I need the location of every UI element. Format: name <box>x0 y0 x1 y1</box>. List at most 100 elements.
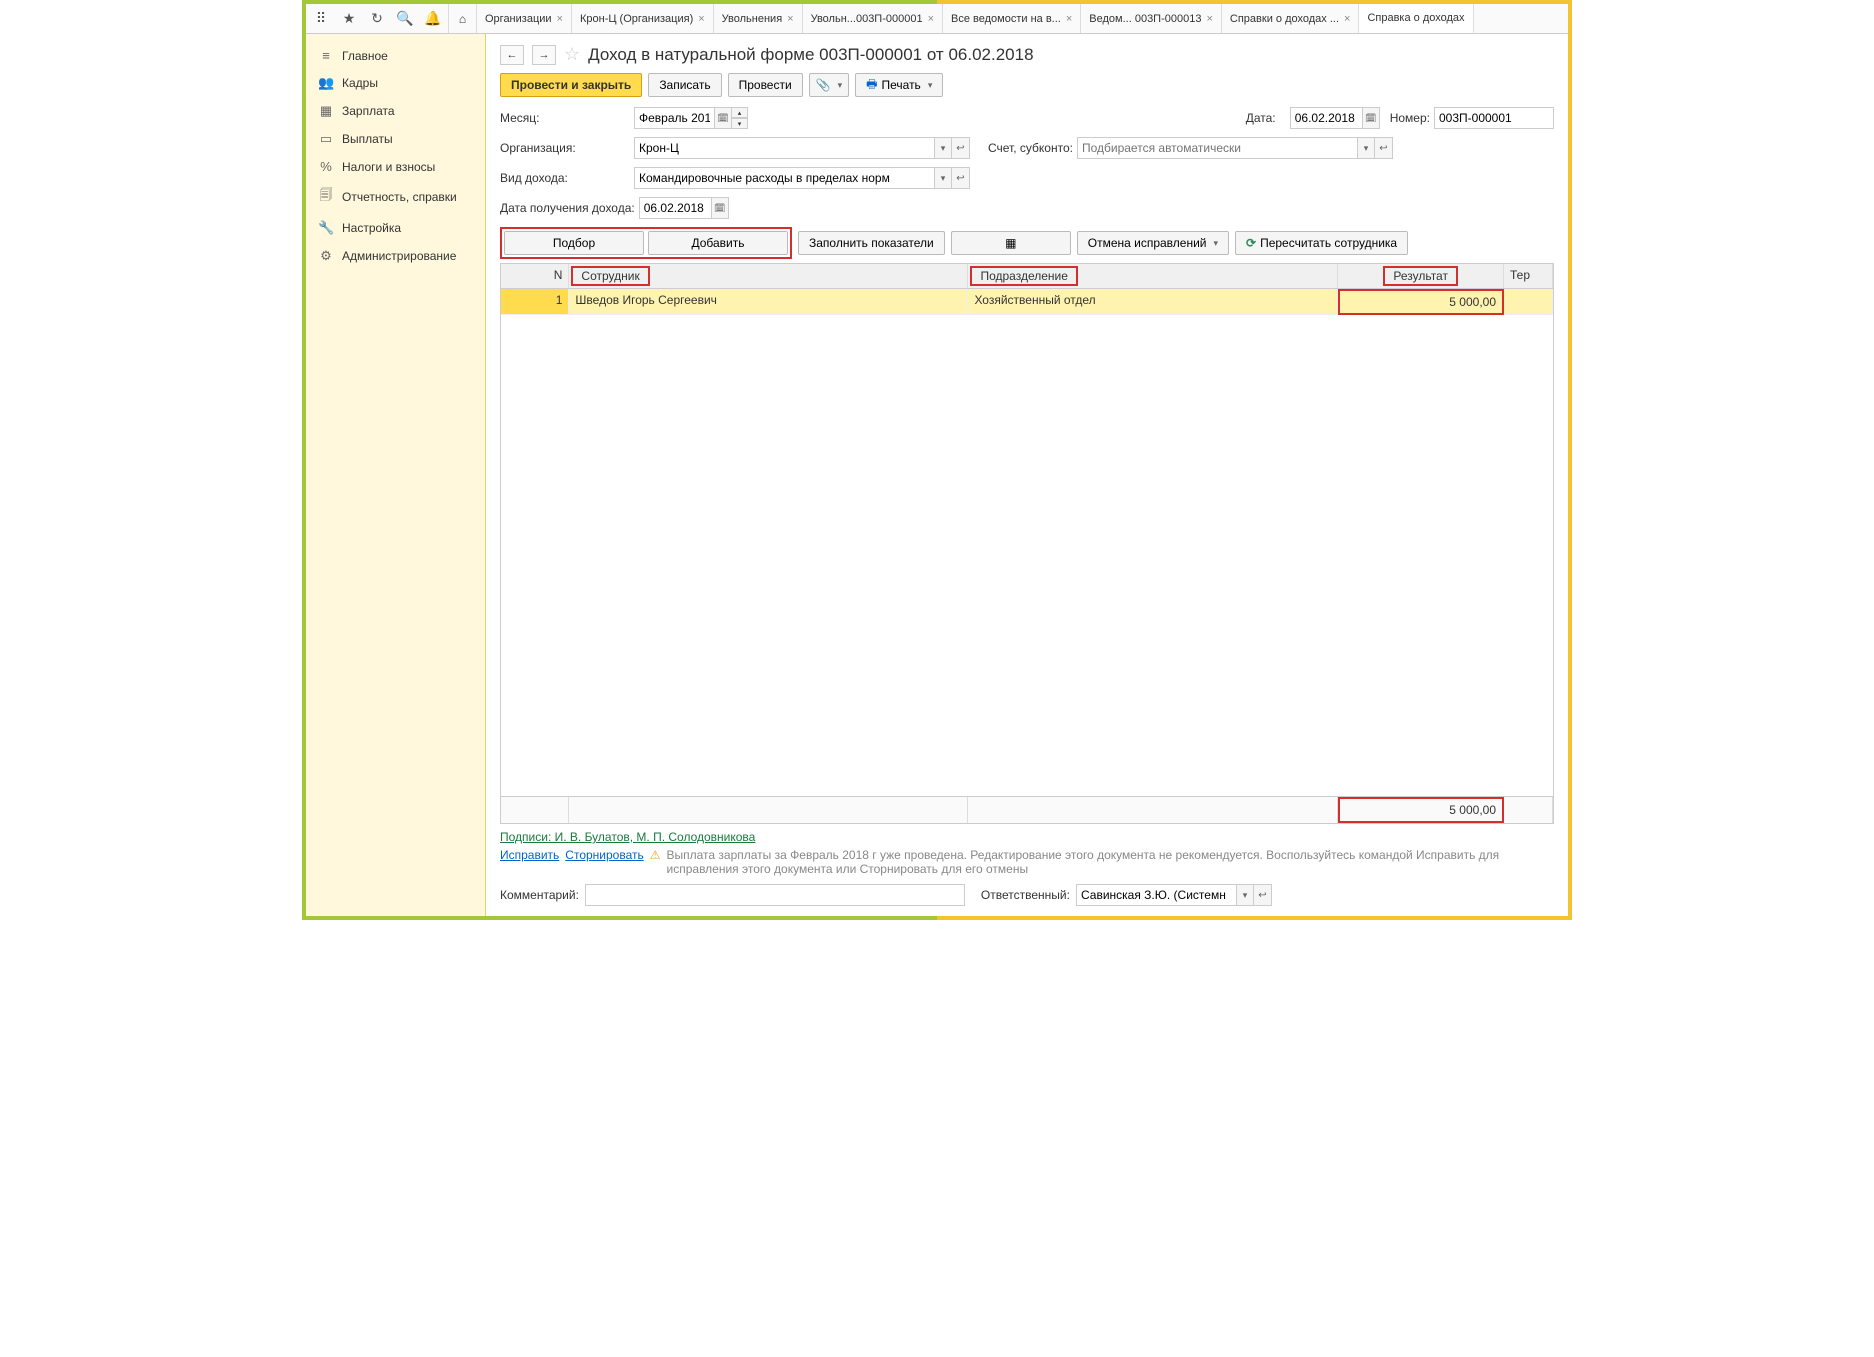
signatures-link[interactable]: Подписи: И. В. Булатов, М. П. Солодовник… <box>500 830 755 844</box>
income-type-label: Вид дохода: <box>500 171 630 185</box>
sidebar-icon: % <box>318 159 334 174</box>
tab[interactable]: Справка о доходах <box>1359 4 1473 33</box>
cell: 5 000,00 <box>1338 289 1504 315</box>
submit-close-button[interactable]: Провести и закрыть <box>500 73 642 97</box>
save-button[interactable]: Записать <box>648 73 721 97</box>
income-type-dropdown-button[interactable] <box>934 167 952 189</box>
close-icon[interactable]: × <box>1206 13 1212 25</box>
columns-icon: ▦ <box>1005 236 1016 250</box>
favorite-star-icon[interactable]: ☆ <box>564 44 580 65</box>
star-icon[interactable]: ★ <box>340 10 358 28</box>
refresh-icon: ⟳ <box>1246 236 1256 250</box>
month-up-button[interactable]: ▴ <box>732 107 748 118</box>
close-icon[interactable]: × <box>787 13 793 25</box>
recalc-employee-button[interactable]: ⟳ Пересчитать сотрудника <box>1235 231 1408 255</box>
apps-icon[interactable]: ⠿ <box>312 10 330 28</box>
responsible-open-button[interactable] <box>1254 884 1272 906</box>
close-icon[interactable]: × <box>557 13 563 25</box>
pick-button[interactable]: Подбор <box>504 231 644 255</box>
income-type-input[interactable] <box>634 167 934 189</box>
tab-label: Увольн...003П-000001 <box>811 13 923 25</box>
sidebar-item-label: Зарплата <box>342 104 395 118</box>
org-field <box>634 137 970 159</box>
nav-back-button[interactable]: ← <box>500 45 524 65</box>
org-label: Организация: <box>500 141 630 155</box>
columns-button[interactable]: ▦ <box>951 231 1071 255</box>
sidebar-item-label: Настройка <box>342 221 401 235</box>
sidebar-icon: 🔧 <box>318 220 334 236</box>
tab[interactable]: Увольн...003П-000001 × <box>803 4 943 33</box>
income-type-field <box>634 167 970 189</box>
receive-date-input[interactable] <box>639 197 711 219</box>
account-input[interactable] <box>1077 137 1357 159</box>
month-input[interactable] <box>634 107 714 129</box>
tab[interactable]: Справки о доходах ...× <box>1222 4 1360 33</box>
comment-input[interactable] <box>585 884 965 906</box>
tab[interactable]: Увольнения× <box>714 4 803 33</box>
sidebar-item[interactable]: % Налоги и взносы <box>306 153 485 180</box>
calendar-icon[interactable]: 🗓 <box>711 197 729 219</box>
sidebar-icon: ≡ <box>318 48 334 63</box>
bell-icon[interactable]: 🔔 <box>424 10 442 28</box>
number-input[interactable] <box>1434 107 1554 129</box>
receive-date-label: Дата получения дохода: <box>500 201 635 215</box>
tab[interactable]: Организации × <box>477 4 572 33</box>
sidebar-icon: ⚙ <box>318 248 334 264</box>
sidebar-item-label: Налоги и взносы <box>342 160 435 174</box>
sidebar-item[interactable]: ≡Главное <box>306 42 485 69</box>
org-input[interactable] <box>634 137 934 159</box>
tab-label: Все ведомости на в... <box>951 13 1061 25</box>
fix-link[interactable]: Исправить <box>500 848 559 862</box>
add-button[interactable]: Добавить <box>648 231 788 255</box>
sidebar-item-label: Выплаты <box>342 132 393 146</box>
footer-result: 5 000,00 <box>1338 797 1504 823</box>
table-row[interactable]: 1Шведов Игорь СергеевичХозяйственный отд… <box>501 289 1553 315</box>
tab[interactable]: Ведом... 003П-000013 × <box>1081 4 1222 33</box>
calendar-icon[interactable]: 🗓 <box>714 107 732 129</box>
print-button[interactable]: 🖶 Печать <box>855 73 943 97</box>
content-area: ← → ☆ Доход в натуральной форме 003П-000… <box>486 34 1568 916</box>
responsible-dropdown-button[interactable] <box>1236 884 1254 906</box>
close-icon[interactable]: × <box>1344 13 1350 25</box>
account-open-button[interactable] <box>1375 137 1393 159</box>
fill-indicators-button[interactable]: Заполнить показатели <box>798 231 945 255</box>
org-open-button[interactable] <box>952 137 970 159</box>
responsible-input[interactable] <box>1076 884 1236 906</box>
income-type-open-button[interactable] <box>952 167 970 189</box>
attachments-button[interactable]: 📎 <box>809 73 849 97</box>
account-dropdown-button[interactable] <box>1357 137 1375 159</box>
sidebar-item[interactable]: ⚙Администрирование <box>306 242 485 270</box>
cell: Хозяйственный отдел <box>968 289 1338 315</box>
month-field: 🗓 ▴ ▾ <box>634 107 748 129</box>
close-icon[interactable]: × <box>928 13 934 25</box>
col-employee-header: Сотрудник <box>571 266 649 286</box>
home-button[interactable]: ⌂ <box>449 4 477 33</box>
tab-label: Организации <box>485 13 552 25</box>
tab[interactable]: Все ведомости на в... × <box>943 4 1081 33</box>
close-icon[interactable]: × <box>698 13 704 25</box>
nav-forward-button[interactable]: → <box>532 45 556 65</box>
sidebar-item-label: Кадры <box>342 76 378 90</box>
reverse-link[interactable]: Сторнировать <box>565 848 643 862</box>
history-icon[interactable]: ↻ <box>368 10 386 28</box>
number-label: Номер: <box>1390 111 1430 125</box>
month-down-button[interactable]: ▾ <box>732 118 748 129</box>
submit-button[interactable]: Провести <box>728 73 803 97</box>
sidebar-item[interactable]: 👥Кадры <box>306 69 485 97</box>
sidebar-item[interactable]: 🔧 Настройка <box>306 214 485 242</box>
tabs-bar: Организации×Крон-Ц (Организация)×Увольне… <box>477 4 1568 33</box>
tab-label: Крон-Ц (Организация) <box>580 13 693 25</box>
date-input[interactable] <box>1290 107 1362 129</box>
sidebar-item[interactable]: ▦Зарплата <box>306 97 485 125</box>
search-icon[interactable]: 🔍 <box>396 10 414 28</box>
tab[interactable]: Крон-Ц (Организация) × <box>572 4 714 33</box>
cancel-corrections-button[interactable]: Отмена исправлений <box>1077 231 1229 255</box>
sidebar-icon: ▭ <box>318 131 334 147</box>
tab-label: Ведом... 003П-000013 <box>1089 13 1201 25</box>
close-icon[interactable]: × <box>1066 13 1072 25</box>
sidebar-icon: 🗐 <box>318 186 334 208</box>
org-dropdown-button[interactable] <box>934 137 952 159</box>
sidebar-item[interactable]: ▭ Выплаты <box>306 125 485 153</box>
calendar-icon[interactable]: 🗓 <box>1362 107 1380 129</box>
sidebar-item[interactable]: 🗐Отчетность, справки <box>306 180 485 214</box>
